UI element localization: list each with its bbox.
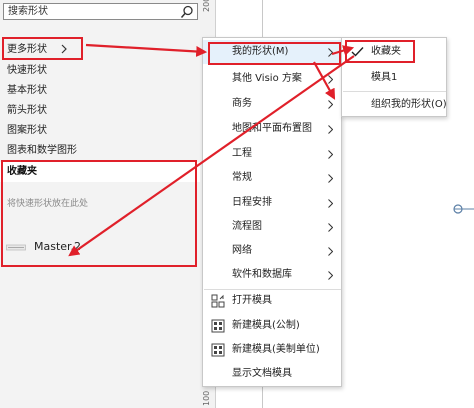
master-shape-item[interactable]: Master.2 bbox=[0, 236, 200, 260]
more-shapes-button[interactable]: 更多形状 bbox=[7, 41, 47, 59]
menu-item-label: 工程 bbox=[232, 148, 252, 159]
chevron-right-icon[interactable] bbox=[60, 43, 68, 55]
search-box[interactable] bbox=[3, 3, 198, 20]
open-stencil-icon bbox=[211, 294, 225, 308]
submenu-item-label: 模具1 bbox=[371, 72, 398, 83]
menu-item-label: 新建模具(美制单位) bbox=[232, 344, 320, 355]
menu-item-schedule[interactable]: 日程安排 bbox=[203, 191, 341, 215]
submenu-arrow-icon bbox=[328, 75, 333, 84]
master-shape-label: Master.2 bbox=[34, 240, 82, 253]
search-icon[interactable] bbox=[180, 5, 194, 19]
menu-item-show-document-stencil[interactable]: 显示文档模具 bbox=[203, 362, 341, 386]
menu-item-label: 我的形状(M) bbox=[232, 46, 289, 57]
submenu-arrow-icon bbox=[328, 48, 333, 57]
submenu-arrow-icon bbox=[328, 247, 333, 256]
ruler-label: 100 bbox=[202, 390, 211, 406]
checkmark-icon bbox=[351, 47, 364, 57]
submenu-arrow-icon bbox=[328, 150, 333, 159]
shape-category-basic[interactable]: 基本形状 bbox=[7, 82, 47, 100]
menu-item-maps-floorplans[interactable]: 地图和平面布置图 bbox=[203, 117, 341, 141]
menu-item-label: 常规 bbox=[232, 172, 252, 183]
search-input[interactable] bbox=[8, 5, 168, 18]
master-shape-thumbnail-icon bbox=[6, 244, 26, 251]
shape-category-patterns[interactable]: 图案形状 bbox=[7, 122, 47, 140]
menu-item-label: 打开模具 bbox=[232, 295, 272, 306]
submenu-arrow-icon bbox=[328, 100, 333, 109]
menu-item-general[interactable]: 常规 bbox=[203, 166, 341, 190]
menu-item-engineering[interactable]: 工程 bbox=[203, 142, 341, 166]
menu-item-label: 其他 Visio 方案 bbox=[232, 73, 302, 84]
favorites-stencil-title: 收藏夹 bbox=[7, 166, 37, 177]
menu-item-label: 地图和平面布置图 bbox=[232, 123, 312, 134]
shape-category-arrows[interactable]: 箭头形状 bbox=[7, 102, 47, 120]
menu-item-network[interactable]: 网络 bbox=[203, 239, 341, 263]
menu-item-label: 显示文档模具 bbox=[232, 368, 292, 379]
submenu-arrow-icon bbox=[328, 223, 333, 232]
submenu-arrow-icon bbox=[328, 199, 333, 208]
submenu-item-organize-my-shapes[interactable]: 组织我的形状(O) bbox=[342, 93, 447, 117]
submenu-item-stencil1[interactable]: 模具1 bbox=[342, 66, 446, 90]
menu-item-label: 日程安排 bbox=[232, 197, 272, 208]
menu-separator bbox=[343, 91, 446, 92]
menu-item-label: 网络 bbox=[232, 245, 252, 256]
menu-item-new-stencil-metric[interactable]: 新建模具(公制) bbox=[203, 314, 341, 338]
my-shapes-submenu: 收藏夹 模具1 组织我的形状(O) bbox=[341, 37, 447, 117]
menu-item-flowchart[interactable]: 流程图 bbox=[203, 215, 341, 239]
menu-item-open-stencil[interactable]: 打开模具 bbox=[203, 289, 341, 313]
menu-item-label: 软件和数据库 bbox=[232, 269, 292, 280]
more-shapes-menu: 我的形状(M) 其他 Visio 方案 商务 地图和平面布置图 工程 常规 日程… bbox=[202, 37, 342, 387]
menu-item-label: 流程图 bbox=[232, 221, 262, 232]
favorites-stencil-header[interactable]: 收藏夹 bbox=[0, 162, 200, 182]
submenu-item-label: 收藏夹 bbox=[371, 46, 401, 57]
shape-category-quick[interactable]: 快速形状 bbox=[7, 62, 47, 80]
submenu-item-label: 组织我的形状(O) bbox=[371, 99, 447, 110]
menu-item-label: 新建模具(公制) bbox=[232, 320, 300, 331]
menu-item-business[interactable]: 商务 bbox=[203, 92, 341, 116]
shapes-pane: 更多形状 快速形状 基本形状 箭头形状 图案形状 图表和数学图形 收藏夹 将快速… bbox=[0, 0, 200, 408]
drop-hint-text: 将快速形状放在此处 bbox=[7, 199, 89, 209]
submenu-arrow-icon bbox=[328, 125, 333, 134]
submenu-arrow-icon bbox=[328, 174, 333, 183]
new-stencil-us-icon bbox=[211, 343, 225, 357]
ruler-label: 200 bbox=[202, 0, 211, 12]
menu-item-label: 商务 bbox=[232, 98, 252, 109]
menu-item-software-database[interactable]: 软件和数据库 bbox=[203, 263, 341, 287]
menu-item-my-shapes[interactable]: 我的形状(M) bbox=[203, 40, 341, 64]
connection-point-icon bbox=[453, 204, 474, 214]
submenu-item-favorites[interactable]: 收藏夹 bbox=[342, 40, 446, 64]
shape-category-charts-math[interactable]: 图表和数学图形 bbox=[7, 142, 77, 160]
menu-item-other-visio[interactable]: 其他 Visio 方案 bbox=[203, 67, 341, 91]
submenu-arrow-icon bbox=[328, 271, 333, 280]
new-stencil-metric-icon bbox=[211, 319, 225, 333]
menu-item-new-stencil-us[interactable]: 新建模具(美制单位) bbox=[203, 338, 341, 362]
